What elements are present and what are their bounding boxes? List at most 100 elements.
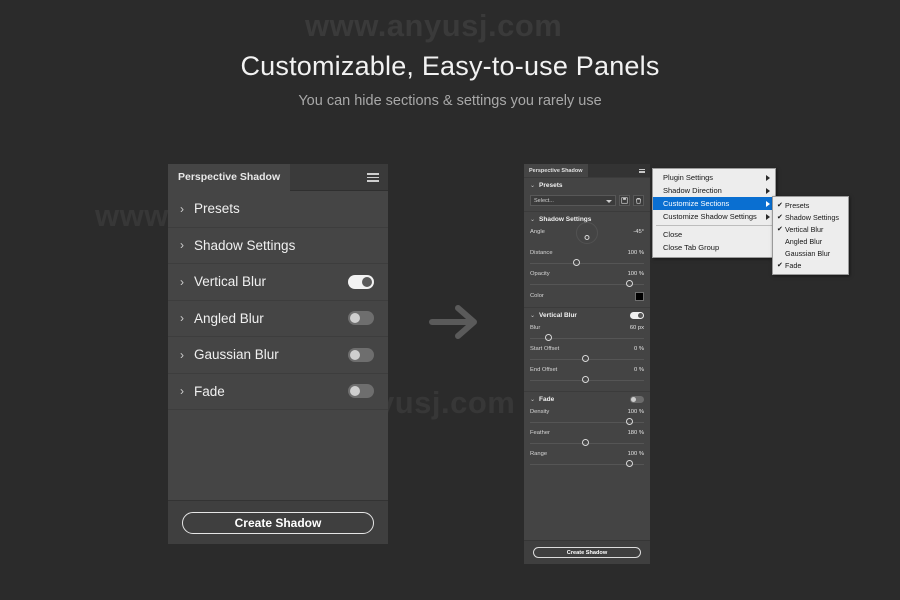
chevron-right-icon: ›	[180, 384, 184, 399]
density-slider[interactable]	[530, 418, 644, 427]
control-value: 180 %	[627, 430, 644, 436]
right-panel-footer: Create Shadow	[524, 540, 650, 564]
control-end-offset: End Offset 0 %	[524, 364, 650, 385]
save-disk-icon[interactable]	[619, 195, 630, 206]
right-panel-tab-label: Perspective Shadow	[529, 167, 583, 174]
submenu-item-presets[interactable]: ✔ Presets	[773, 199, 848, 211]
left-panel-tab-label: Perspective Shadow	[178, 171, 281, 183]
menu-item-plugin-settings[interactable]: Plugin Settings	[653, 171, 775, 184]
submenu-item-fade[interactable]: ✔ Fade	[773, 259, 848, 271]
section-toggle-fade[interactable]	[630, 396, 644, 403]
menu-item-label: Shadow Direction	[663, 186, 722, 195]
right-panel-tab[interactable]: Perspective Shadow	[524, 164, 588, 177]
menu-item-shadow-direction[interactable]: Shadow Direction	[653, 184, 775, 197]
end-offset-slider[interactable]	[530, 376, 644, 385]
control-feather: Feather 180 %	[524, 427, 650, 448]
control-label: Color	[530, 293, 544, 299]
section-label: Gaussian Blur	[194, 347, 279, 363]
preset-select[interactable]: Select...	[530, 195, 616, 206]
create-shadow-button[interactable]: Create Shadow	[182, 511, 374, 534]
section-toggle-vertical-blur[interactable]	[348, 274, 374, 289]
menu-item-customize-sections[interactable]: Customize Sections	[653, 197, 775, 210]
section-toggle-angled-blur[interactable]	[348, 311, 374, 326]
control-distance: Distance 100 %	[524, 247, 650, 268]
menu-item-label: Customize Sections	[663, 199, 730, 208]
section-label: Angled Blur	[194, 310, 264, 326]
section-title: Fade	[539, 395, 555, 403]
submenu-item-vertical-blur[interactable]: ✔ Vertical Blur	[773, 223, 848, 235]
left-panel-sections: › Presets › Shadow Settings › Vertical B…	[168, 191, 388, 500]
section-header-presets[interactable]: ⌄ Presets	[524, 177, 650, 192]
right-panel: Perspective Shadow ⌄ Presets Select... ⌄…	[524, 164, 650, 564]
section-label: Presets	[194, 201, 240, 217]
section-title: Presets	[539, 181, 563, 189]
arrow-right-icon	[428, 300, 488, 344]
submenu-item-label: Fade	[785, 260, 802, 270]
control-density: Density 100 %	[524, 406, 650, 427]
menu-item-customize-shadow-settings[interactable]: Customize Shadow Settings	[653, 210, 775, 223]
section-row-presets[interactable]: › Presets	[168, 191, 388, 228]
submenu-arrow-icon	[766, 175, 770, 181]
section-row-fade[interactable]: › Fade	[168, 374, 388, 410]
chevron-down-icon: ⌄	[530, 182, 536, 189]
section-label: Fade	[194, 383, 225, 399]
submenu-item-shadow-settings[interactable]: ✔ Shadow Settings	[773, 211, 848, 223]
left-panel-tabbar: Perspective Shadow	[168, 163, 388, 191]
section-header-vertical-blur[interactable]: ⌄ Vertical Blur	[524, 307, 650, 322]
left-panel-footer: Create Shadow	[168, 500, 388, 544]
left-panel: Perspective Shadow › Presets › Shadow Se…	[168, 163, 388, 544]
section-toggle-vertical-blur[interactable]	[630, 312, 644, 319]
submenu-item-angled-blur[interactable]: Angled Blur	[773, 235, 848, 247]
color-swatch[interactable]	[635, 291, 644, 301]
control-value: 0 %	[634, 367, 644, 373]
section-header-fade[interactable]: ⌄ Fade	[524, 391, 650, 406]
control-label: Distance	[530, 250, 553, 256]
right-panel-body: ⌄ Presets Select... ⌄ Shadow Settings An…	[524, 177, 650, 540]
feather-slider[interactable]	[530, 439, 644, 448]
distance-slider[interactable]	[530, 259, 644, 268]
range-slider[interactable]	[530, 460, 644, 469]
page-title: Customizable, Easy-to-use Panels	[240, 51, 660, 81]
section-row-vertical-blur[interactable]: › Vertical Blur	[168, 264, 388, 301]
blur-slider[interactable]	[530, 334, 644, 343]
control-label: Range	[530, 451, 548, 457]
angle-dial[interactable]	[576, 222, 598, 244]
menu-separator	[656, 225, 772, 226]
control-label: Blur	[530, 325, 541, 331]
control-blur: Blur 60 px	[524, 322, 650, 343]
menu-item-close[interactable]: Close	[653, 228, 775, 241]
section-toggle-fade[interactable]	[348, 384, 374, 399]
control-range: Range 100 %	[524, 448, 650, 469]
chevron-right-icon: ›	[180, 274, 184, 289]
create-shadow-button[interactable]: Create Shadow	[533, 547, 641, 558]
control-label: Opacity	[530, 271, 550, 277]
control-value: 100 %	[627, 409, 644, 415]
page-subtitle: You can hide sections & settings you rar…	[298, 93, 602, 109]
menu-item-label: Customize Shadow Settings	[663, 212, 757, 221]
control-value: 60 px	[629, 325, 644, 331]
control-opacity: Opacity 100 %	[524, 268, 650, 289]
hamburger-menu-icon[interactable]	[639, 169, 645, 173]
section-row-shadow-settings[interactable]: › Shadow Settings	[168, 228, 388, 264]
menu-item-label: Close	[663, 230, 683, 239]
start-offset-slider[interactable]	[530, 355, 644, 364]
right-panel-tabbar: Perspective Shadow	[524, 164, 650, 177]
section-row-angled-blur[interactable]: › Angled Blur	[168, 301, 388, 337]
control-value: 0 %	[634, 346, 644, 352]
control-start-offset: Start Offset 0 %	[524, 343, 650, 364]
menu-item-close-tab-group[interactable]: Close Tab Group	[653, 241, 775, 254]
section-toggle-gaussian-blur[interactable]	[348, 347, 374, 362]
check-icon: ✔	[777, 262, 783, 269]
control-angle: Angle -45°	[524, 222, 650, 247]
watermark-top: www.anyusj.com	[305, 8, 563, 43]
left-panel-tab[interactable]: Perspective Shadow	[168, 163, 291, 191]
opacity-slider[interactable]	[530, 280, 644, 289]
hamburger-menu-icon[interactable]	[367, 173, 379, 182]
submenu-item-gaussian-blur[interactable]: Gaussian Blur	[773, 247, 848, 259]
control-label: Feather	[530, 430, 550, 436]
trash-icon[interactable]	[633, 195, 644, 206]
submenu-item-label: Presets	[785, 200, 810, 210]
submenu-arrow-icon	[766, 188, 770, 194]
section-row-gaussian-blur[interactable]: › Gaussian Blur	[168, 337, 388, 374]
check-icon: ✔	[777, 202, 783, 209]
